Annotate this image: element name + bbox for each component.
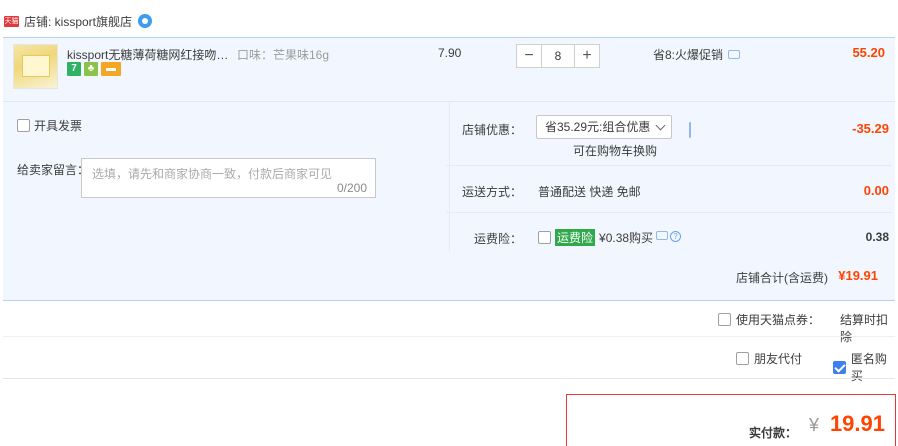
help-icon[interactable]: ?	[670, 231, 681, 242]
invoice-label: 开具发票	[34, 119, 83, 133]
item-row: kissport无糖薄荷糖网红接吻香... 口味：芒果味16g 7 ♣ ▬ 7.…	[3, 37, 895, 101]
insurance-price: ¥0.38购买	[599, 231, 654, 245]
quantity-input[interactable]: 8	[542, 44, 574, 68]
tmall-points-option[interactable]: 使用天猫点券：	[718, 311, 820, 328]
shop-discount-hint: 可在购物车换购	[573, 144, 658, 158]
comment-icon[interactable]	[656, 231, 668, 240]
tmall-points-checkbox[interactable]	[718, 313, 731, 326]
promotion: 省8:火爆促销	[653, 46, 741, 63]
wangwang-chat-icon[interactable]	[138, 14, 153, 28]
product-thumbnail[interactable]	[13, 44, 58, 89]
insurance-tag: 运费险	[555, 229, 596, 246]
shipping-amount: 0.00	[863, 183, 889, 198]
item-sku: 口味：芒果味16g	[237, 48, 330, 62]
payment-currency: ¥	[808, 415, 819, 435]
quantity-plus-button[interactable]: +	[574, 44, 600, 68]
shop-name[interactable]: 店铺: kissport旗舰店	[24, 13, 132, 30]
comment-icon[interactable]	[728, 50, 741, 59]
unit-price: 7.90	[438, 46, 462, 60]
shop-header: 天猫 店铺: kissport旗舰店	[0, 10, 898, 32]
shop-discount-label: 店铺优惠：	[461, 123, 522, 137]
message-char-count: 0/200	[336, 181, 367, 195]
friend-pay-option[interactable]: 朋友代付	[736, 350, 802, 367]
item-title[interactable]: kissport无糖薄荷糖网红接吻香...	[67, 46, 237, 63]
shop-discount-amount: -35.29	[852, 121, 889, 136]
message-placeholder: 选填，请先和商家协商一致，付款后商家可见	[92, 167, 333, 181]
quantity-stepper: − 8 +	[516, 44, 600, 68]
message-label: 给卖家留言：	[17, 163, 90, 177]
shop-discount-select[interactable]: 省35.29元:组合优惠	[536, 115, 672, 139]
tmall-points-label: 使用天猫点券：	[736, 313, 821, 327]
item-subtotal: 55.20	[852, 45, 885, 60]
chevron-down-icon	[655, 120, 666, 131]
shop-total-label: 店铺合计(含运费)	[736, 271, 828, 285]
tmall-points-note: 结算时扣除	[840, 313, 889, 344]
divider	[446, 212, 892, 213]
anonymous-checkbox[interactable]	[833, 360, 846, 374]
promotion-text: 省8:火爆促销	[653, 48, 724, 62]
shipping-label: 运送方式：	[461, 185, 522, 199]
divider	[446, 165, 892, 166]
friend-pay-label: 朋友代付	[754, 352, 803, 366]
seven-day-return-icon[interactable]: 7	[67, 62, 81, 76]
shipping-method: 普通配送 快递 免邮	[538, 185, 641, 199]
shop-total-amount: ¥19.91	[838, 268, 878, 283]
comment-icon[interactable]	[689, 122, 691, 138]
divider	[3, 378, 895, 379]
invoice-checkbox[interactable]	[17, 119, 30, 132]
message-textarea[interactable]: 选填，请先和商家协商一致，付款后商家可见 0/200	[81, 158, 376, 198]
payment-amount: 19.91	[829, 411, 885, 436]
shop-discount-selected: 省35.29元:组合优惠	[545, 120, 651, 134]
divider	[3, 336, 895, 337]
insurance-label: 运费险：	[473, 232, 522, 246]
insurance-option[interactable]: 运费险 ¥0.38购买	[538, 229, 653, 246]
card-icon[interactable]: ▬	[101, 62, 121, 76]
insurance-help: ?	[656, 231, 681, 242]
insurance-checkbox[interactable]	[538, 231, 551, 244]
quantity-minus-button[interactable]: −	[516, 44, 542, 68]
service-icons: 7 ♣ ▬	[67, 62, 121, 76]
invoice-option[interactable]: 开具发票	[17, 117, 82, 134]
payment-label: 实付款：	[748, 426, 797, 440]
payment-summary: 实付款： ¥ 19.91	[566, 394, 896, 446]
insurance-amount: 0.38	[865, 230, 889, 244]
friend-pay-checkbox[interactable]	[736, 352, 749, 365]
gold-leaf-icon[interactable]: ♣	[84, 62, 98, 76]
tmall-badge: 天猫	[4, 15, 19, 27]
